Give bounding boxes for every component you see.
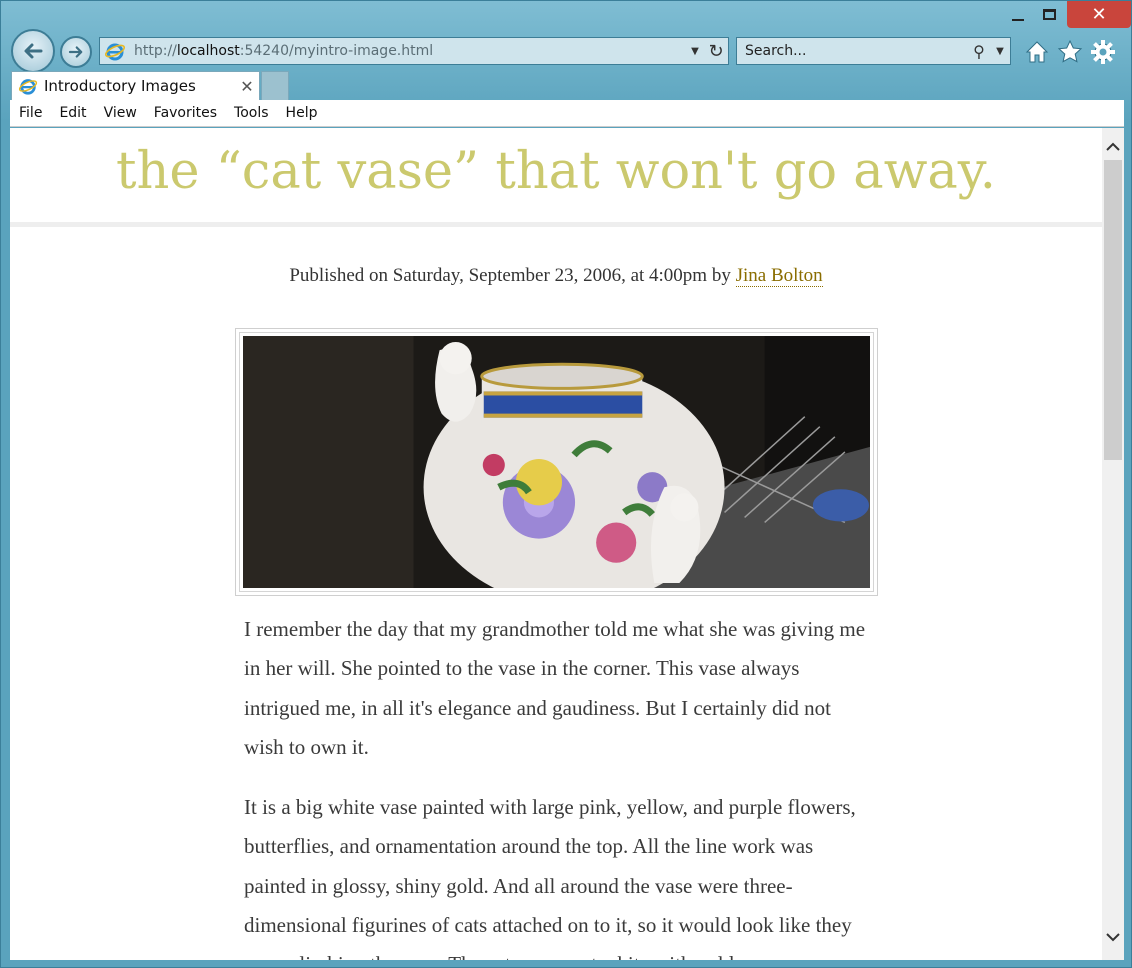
- search-dropdown-icon[interactable]: ▼: [990, 46, 1010, 57]
- article-body: I remember the day that my grandmother t…: [244, 610, 874, 960]
- byline-text: Published on Saturday, September 23, 200…: [289, 265, 736, 286]
- forward-arrow-icon: [68, 46, 83, 58]
- scrollbar-thumb[interactable]: [1104, 160, 1122, 460]
- article-paragraph: I remember the day that my grandmother t…: [244, 617, 866, 759]
- cat-vase-photo-frame: [235, 328, 878, 596]
- menu-view[interactable]: View: [95, 105, 145, 121]
- tab-close-icon[interactable]: ✕: [235, 77, 259, 96]
- refresh-icon[interactable]: ↻: [704, 41, 728, 62]
- back-button[interactable]: [11, 29, 55, 73]
- cat-vase-photo: [243, 336, 870, 588]
- close-window-button[interactable]: ✕: [1067, 1, 1131, 28]
- menu-edit[interactable]: Edit: [50, 105, 94, 121]
- byline: Published on Saturday, September 23, 200…: [10, 265, 1102, 287]
- vertical-scrollbar[interactable]: [1102, 128, 1124, 960]
- address-bar[interactable]: http://localhost:54240/myintro-image.htm…: [99, 37, 729, 65]
- forward-button[interactable]: [60, 36, 92, 68]
- scroll-up-arrow-icon[interactable]: [1102, 136, 1124, 158]
- menu-help[interactable]: Help: [277, 105, 326, 121]
- home-icon[interactable]: [1022, 37, 1052, 67]
- page-title: the “cat vase” that won't go away.: [116, 142, 996, 201]
- article-paragraph: It is a big white vase painted with larg…: [244, 795, 856, 960]
- minimize-button[interactable]: [1004, 1, 1031, 28]
- back-arrow-icon: [24, 43, 43, 59]
- menu-favorites[interactable]: Favorites: [145, 105, 225, 121]
- new-tab-button[interactable]: [261, 71, 289, 100]
- scroll-down-arrow-icon[interactable]: [1102, 926, 1124, 948]
- menu-tools[interactable]: Tools: [225, 105, 277, 121]
- address-dropdown-icon[interactable]: ▼: [686, 46, 704, 57]
- browser-window: ✕ http://localhost:54240/myintro-image.h…: [0, 0, 1132, 968]
- settings-gear-icon[interactable]: [1088, 37, 1118, 67]
- search-input[interactable]: Search...: [737, 43, 968, 59]
- maximize-button[interactable]: [1036, 1, 1063, 28]
- tab-title: Introductory Images: [44, 77, 196, 95]
- page-viewport: the “cat vase” that won't go away. Publi…: [10, 128, 1124, 960]
- search-box[interactable]: Search... ⚲ ▼: [736, 37, 1011, 65]
- menu-bar: File Edit View Favorites Tools Help: [10, 100, 1124, 127]
- close-icon: ✕: [1091, 4, 1107, 25]
- menu-file[interactable]: File: [10, 105, 50, 121]
- ie-logo-icon: [104, 43, 126, 61]
- ie-tab-icon: [18, 79, 38, 95]
- favorites-star-icon[interactable]: [1055, 37, 1085, 67]
- search-icon[interactable]: ⚲: [968, 42, 990, 61]
- tab-introductory-images[interactable]: Introductory Images ✕: [11, 71, 260, 100]
- title-divider: [10, 222, 1102, 227]
- url-text[interactable]: http://localhost:54240/myintro-image.htm…: [134, 43, 686, 59]
- author-link[interactable]: Jina Bolton: [735, 265, 823, 287]
